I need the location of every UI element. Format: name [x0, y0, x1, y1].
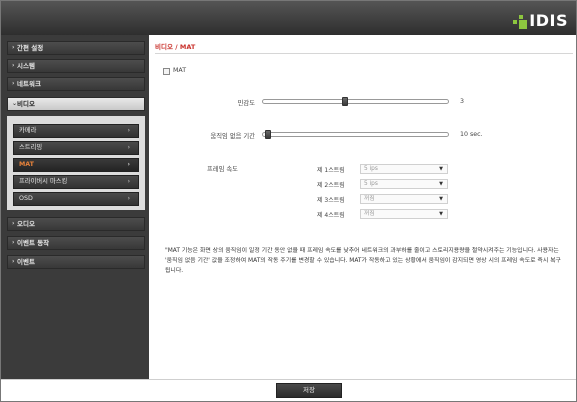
stream-3-frame-rate-select[interactable]: 꺼짐 ▼ — [360, 194, 448, 204]
sensitivity-slider[interactable] — [262, 99, 449, 104]
sidebar-item-event[interactable]: › 이벤트 — [7, 255, 145, 269]
chevron-right-icon: › — [12, 80, 15, 87]
dropdown-arrow-icon: ▼ — [439, 181, 443, 187]
submenu-item-label: 프라이버시 마스킹 — [19, 178, 68, 185]
top-bar: IDIS — [1, 1, 576, 35]
submenu-item-label: MAT — [19, 161, 34, 168]
inactivity-period-label: 움직임 없음 기간 — [210, 133, 255, 140]
chevron-right-icon: › — [12, 62, 15, 69]
sidebar-item-label: 시스템 — [17, 62, 35, 70]
inactivity-period-value: 10 sec. — [460, 131, 483, 138]
sidebar-item-label: 간편 설정 — [17, 44, 44, 52]
submenu-item-mat[interactable]: MAT › — [13, 158, 139, 172]
footer-bar: 저장 — [1, 379, 576, 401]
sidebar-item-event-action[interactable]: › 이벤트 동작 — [7, 236, 145, 250]
breadcrumb-divider — [155, 53, 573, 54]
dropdown-arrow-icon: ▼ — [439, 196, 443, 202]
sidebar-item-audio[interactable]: › 오디오 — [7, 217, 145, 231]
chevron-right-icon: › — [127, 127, 130, 134]
submenu-item-label: OSD — [19, 195, 33, 202]
dropdown-arrow-icon: ▼ — [439, 211, 443, 217]
stream-3-label: 제 3스트림 — [317, 197, 345, 204]
sensitivity-label: 민감도 — [237, 100, 255, 107]
dropdown-arrow-icon: ▼ — [439, 166, 443, 172]
mat-checkbox[interactable] — [163, 68, 170, 75]
sensitivity-slider-thumb[interactable] — [342, 97, 348, 106]
chevron-right-icon: › — [12, 239, 15, 246]
inactivity-period-slider[interactable] — [262, 132, 449, 137]
sidebar-item-label: 이벤트 — [17, 258, 35, 266]
breadcrumb-section[interactable]: 비디오 — [155, 43, 173, 51]
sidebar-item-quick-setup[interactable]: › 간편 설정 — [7, 41, 145, 55]
select-value: 5 ips — [364, 181, 378, 187]
breadcrumb: 비디오 / MAT — [155, 41, 195, 51]
submenu-item-osd[interactable]: OSD › — [13, 192, 139, 206]
chevron-right-icon: › — [12, 220, 15, 227]
submenu-item-privacy-masking[interactable]: 프라이버시 마스킹 › — [13, 175, 139, 189]
app-window: IDIS › 간편 설정 › 시스템 › 네트워크 ⌄ 비디오 카메라 › 스트… — [0, 0, 577, 402]
select-value: 꺼짐 — [364, 211, 375, 217]
sensitivity-value: 3 — [460, 98, 465, 105]
mat-description-note: "MAT 기능은 화면 상의 움직임이 일정 기간 동안 없을 때 프레임 속도… — [165, 248, 561, 274]
main-content: 비디오 / MAT MAT 민감도 3 움직임 없음 기간 10 sec. 프레… — [149, 35, 576, 379]
sidebar-item-label: 오디오 — [17, 220, 35, 228]
breadcrumb-separator: / — [172, 43, 180, 51]
sidebar-item-label: 비디오 — [17, 100, 35, 108]
logo-text: IDIS — [529, 11, 568, 30]
frame-rate-label: 프레임 속도 — [207, 166, 238, 173]
save-button[interactable]: 저장 — [276, 383, 342, 398]
stream-2-frame-rate-select[interactable]: 5 ips ▼ — [360, 179, 448, 189]
stream-1-frame-rate-select[interactable]: 5 ips ▼ — [360, 164, 448, 174]
stream-4-label: 제 4스트림 — [317, 212, 345, 219]
chevron-right-icon: › — [127, 178, 130, 185]
sidebar-item-label: 네트워크 — [17, 80, 41, 88]
select-value: 꺼짐 — [364, 196, 375, 202]
mat-checkbox-label: MAT — [173, 67, 187, 74]
submenu-item-label: 카메라 — [19, 127, 37, 134]
chevron-right-icon: › — [127, 161, 130, 168]
logo-mark-icon — [513, 15, 528, 29]
submenu-item-camera[interactable]: 카메라 › — [13, 124, 139, 138]
submenu-item-streaming[interactable]: 스트리밍 › — [13, 141, 139, 155]
submenu-item-label: 스트리밍 — [19, 144, 43, 151]
sidebar-item-video[interactable]: ⌄ 비디오 — [7, 97, 145, 111]
chevron-down-icon: ⌄ — [12, 100, 18, 107]
inactivity-period-slider-thumb[interactable] — [265, 130, 271, 139]
sidebar-item-system[interactable]: › 시스템 — [7, 59, 145, 73]
stream-4-frame-rate-select[interactable]: 꺼짐 ▼ — [360, 209, 448, 219]
chevron-right-icon: › — [127, 144, 130, 151]
chevron-right-icon: › — [127, 195, 130, 202]
sidebar: › 간편 설정 › 시스템 › 네트워크 ⌄ 비디오 카메라 › 스트리밍 › … — [1, 35, 149, 379]
idis-logo: IDIS — [513, 7, 568, 29]
chevron-right-icon: › — [12, 44, 15, 51]
video-submenu: 카메라 › 스트리밍 › MAT › 프라이버시 마스킹 › OSD › — [7, 116, 145, 210]
breadcrumb-page: MAT — [179, 43, 196, 51]
chevron-right-icon: › — [12, 258, 15, 265]
stream-2-label: 제 2스트림 — [317, 182, 345, 189]
sidebar-item-label: 이벤트 동작 — [17, 239, 50, 247]
sidebar-item-network[interactable]: › 네트워크 — [7, 77, 145, 91]
stream-1-label: 제 1스트림 — [317, 167, 345, 174]
select-value: 5 ips — [364, 166, 378, 172]
